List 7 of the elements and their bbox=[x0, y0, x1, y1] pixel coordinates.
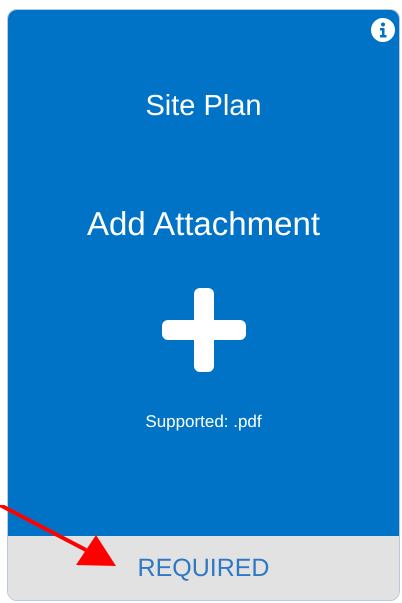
plus-icon[interactable] bbox=[162, 288, 246, 372]
supported-formats: Supported: .pdf bbox=[145, 412, 262, 432]
card-title: Site Plan bbox=[145, 90, 262, 123]
required-label: REQUIRED bbox=[138, 554, 270, 582]
attachment-card[interactable]: Site Plan Add Attachment Supported: .pdf REQUIRED bbox=[7, 9, 400, 601]
info-icon[interactable] bbox=[371, 18, 395, 42]
add-attachment-label: Add Attachment bbox=[87, 205, 320, 243]
